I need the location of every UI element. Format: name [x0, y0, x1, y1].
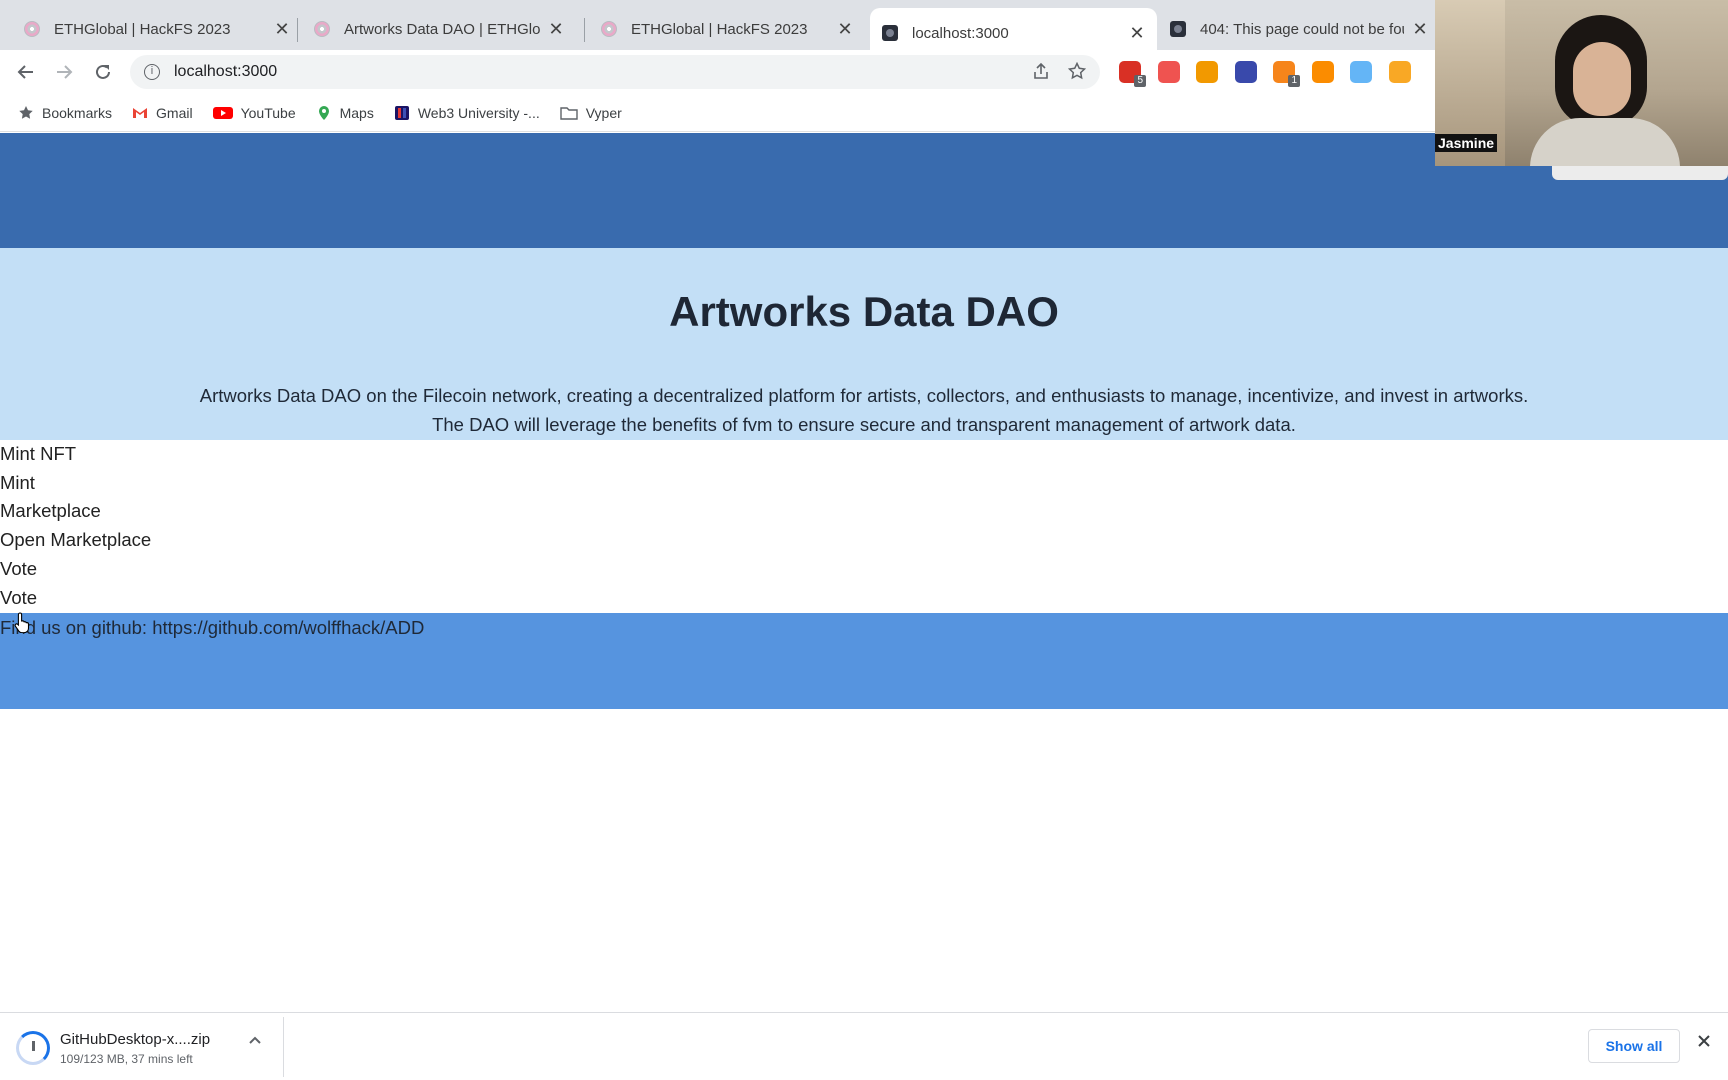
- webcam-overlay: Jasmine: [1435, 0, 1728, 166]
- web3-university-icon: [394, 105, 409, 120]
- folder-icon: [560, 106, 578, 120]
- calendar-extension-icon[interactable]: 5: [1119, 61, 1146, 87]
- address-bar[interactable]: i localhost:3000: [130, 55, 1100, 89]
- extension-badge: 1: [1288, 75, 1300, 87]
- close-icon[interactable]: ✕: [837, 19, 853, 40]
- bookmark-maps[interactable]: Maps: [316, 105, 374, 121]
- tab-title: 404: This page could not be found: [1200, 20, 1404, 38]
- bookmark-web3-university[interactable]: Web3 University -...: [394, 105, 540, 121]
- forward-arrow-icon: [57, 65, 73, 79]
- nav-links: Mint NFT Mint Marketplace Open Marketpla…: [0, 440, 1728, 612]
- puzzle-extension-icon[interactable]: [1157, 61, 1180, 83]
- close-icon[interactable]: ✕: [548, 19, 564, 40]
- close-icon[interactable]: ✕: [1412, 19, 1428, 40]
- tab-separator: [297, 18, 298, 42]
- tab-404[interactable]: 404: This page could not be found ✕: [1158, 8, 1440, 50]
- mint-link[interactable]: Mint: [0, 469, 1728, 498]
- description-line-2: The DAO will leverage the benefits of fv…: [432, 414, 1296, 435]
- circle-extension-icon[interactable]: [1234, 61, 1257, 83]
- downloads-divider: [283, 1017, 284, 1077]
- bookmark-label: Gmail: [156, 104, 193, 121]
- reload-button[interactable]: [89, 58, 117, 86]
- webcam-name-label: Jasmine: [1435, 134, 1498, 152]
- bookmark-label: Vyper: [585, 104, 622, 121]
- hero-section: Artworks Data DAO Artworks Data DAO on t…: [0, 248, 1728, 440]
- tab-title: ETHGlobal | HackFS 2023: [54, 20, 231, 38]
- bookmark-label: Bookmarks: [42, 104, 113, 121]
- forward-button[interactable]: [50, 58, 78, 86]
- marketplace-heading: Marketplace: [0, 500, 101, 522]
- bookmark-star-icon[interactable]: [1068, 62, 1086, 80]
- close-icon[interactable]: ✕: [1129, 23, 1145, 44]
- tab-title: localhost:3000: [912, 24, 1009, 42]
- reload-icon: [96, 64, 110, 79]
- page-title: Artworks Data DAO: [669, 288, 1059, 335]
- site-info-icon[interactable]: i: [144, 64, 160, 80]
- mint-nft-heading: Mint NFT: [0, 443, 77, 464]
- webcam-person-body: [1530, 118, 1680, 166]
- gmail-icon: [133, 107, 148, 118]
- bookmark-label: Web3 University -...: [417, 104, 540, 121]
- webcam-strip: [1552, 166, 1728, 180]
- back-button[interactable]: [12, 58, 40, 86]
- close-downloads-icon[interactable]: [1696, 1033, 1712, 1049]
- spark-extension-icon[interactable]: [1196, 61, 1218, 83]
- share-icon[interactable]: [1032, 62, 1050, 80]
- show-all-button[interactable]: Show all: [1588, 1029, 1680, 1063]
- localhost-favicon-icon: [882, 25, 898, 41]
- bookmark-vyper[interactable]: Vyper: [560, 105, 622, 121]
- browser-window: ETHGlobal | HackFS 2023 ✕ Artworks Data …: [0, 0, 1728, 1080]
- address-url[interactable]: localhost:3000: [174, 63, 277, 81]
- vote-heading: Vote: [0, 557, 38, 579]
- tab-title: Artworks Data DAO | ETHGlobal: [344, 20, 540, 38]
- triangle-extension-icon[interactable]: [1388, 61, 1411, 83]
- youtube-icon: [212, 106, 233, 119]
- brave-extension-icon[interactable]: [1311, 61, 1334, 83]
- description-line-1: Artworks Data DAO on the Filecoin networ…: [199, 385, 1529, 406]
- tab-ethglobal-1[interactable]: ETHGlobal | HackFS 2023 ✕: [12, 8, 302, 50]
- download-filename: GitHubDesktop-x....zip: [60, 1030, 211, 1048]
- nextjs-favicon-icon: [1170, 21, 1186, 37]
- bookmark-label: YouTube: [240, 104, 296, 121]
- open-marketplace-link[interactable]: Open Marketplace: [0, 526, 1728, 555]
- tab-separator: [584, 18, 585, 42]
- ethglobal-favicon-icon: [24, 21, 40, 37]
- download-progress-icon: [16, 1031, 50, 1065]
- tab-title: ETHGlobal | HackFS 2023: [631, 20, 808, 38]
- bookmark-youtube[interactable]: YouTube: [212, 104, 296, 121]
- bookmark-bookmarks[interactable]: Bookmarks: [18, 105, 112, 121]
- bookmark-gmail[interactable]: Gmail: [132, 105, 193, 121]
- star-icon: [19, 105, 33, 119]
- tab-ethglobal-2[interactable]: ETHGlobal | HackFS 2023 ✕: [589, 8, 865, 50]
- github-footer-text[interactable]: Find us on github: https://github.com/wo…: [0, 617, 424, 639]
- page-description: Artworks Data DAO on the Filecoin networ…: [0, 381, 1728, 439]
- drop-extension-icon[interactable]: [1350, 61, 1372, 83]
- download-status: 109/123 MB, 37 mins left: [60, 1051, 193, 1066]
- bookmark-label: Maps: [339, 104, 374, 121]
- downloads-bar: GitHubDesktop-x....zip 109/123 MB, 37 mi…: [0, 1012, 1728, 1080]
- page-footer: Find us on github: https://github.com/wo…: [0, 613, 1728, 709]
- maps-pin-icon: [318, 105, 329, 120]
- tab-artworks-dao[interactable]: Artworks Data DAO | ETHGlobal ✕: [302, 8, 576, 50]
- ethglobal-favicon-icon: [314, 21, 330, 37]
- extension-badge: 5: [1134, 75, 1146, 87]
- back-arrow-icon: [17, 65, 33, 79]
- close-icon[interactable]: ✕: [274, 19, 290, 40]
- hand-cursor-icon: [14, 612, 30, 633]
- vote-link[interactable]: Vote: [0, 584, 1728, 613]
- ethglobal-favicon-icon: [601, 21, 617, 37]
- download-item[interactable]: GitHubDesktop-x....zip 109/123 MB, 37 mi…: [16, 1025, 210, 1071]
- chevron-up-icon[interactable]: [248, 1035, 262, 1045]
- metamask-extension-icon[interactable]: 1: [1273, 61, 1300, 87]
- page-viewport: Artworks Data DAO Artworks Data DAO on t…: [0, 133, 1728, 1012]
- webcam-person-face: [1573, 42, 1631, 116]
